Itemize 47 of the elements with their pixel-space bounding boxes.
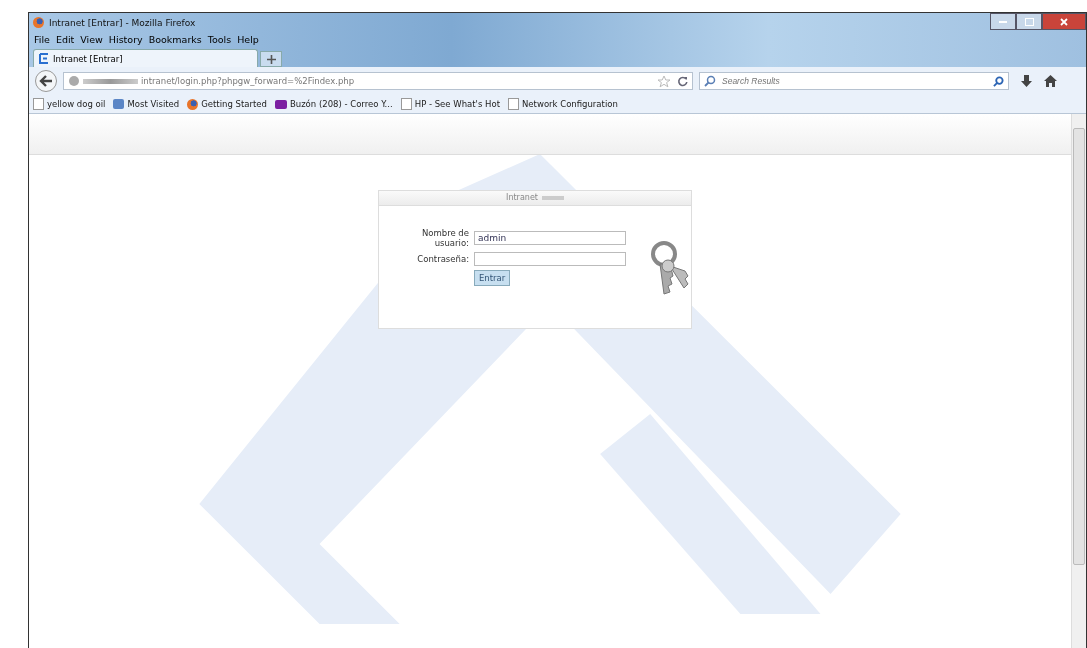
close-icon (1060, 17, 1068, 26)
back-button[interactable] (35, 70, 57, 92)
folder-icon (113, 99, 125, 109)
menu-item[interactable]: File (34, 34, 50, 45)
panel-title: Intranet (379, 191, 691, 206)
bookmark-item[interactable]: Network Configuration (508, 98, 618, 110)
page-icon (400, 98, 412, 110)
arrow-icon (39, 75, 53, 87)
bookmark-item[interactable]: yellow dog oil (33, 98, 106, 110)
username-field[interactable]: admin (474, 231, 626, 246)
minimize-button[interactable] (990, 13, 1016, 30)
close-button[interactable] (1042, 13, 1086, 30)
search-icon (704, 75, 716, 87)
blurred-text (83, 78, 138, 84)
password-label: Contraseña: (416, 254, 469, 265)
page-icon (33, 98, 44, 110)
menu-item[interactable]: Help (237, 34, 259, 45)
bookmark-item[interactable]: Buzón (208) - Correo Y... (274, 99, 393, 109)
reload-icon[interactable] (677, 75, 688, 87)
username-label: Nombre de usuario: (420, 228, 469, 249)
menu-item[interactable]: View (80, 34, 103, 45)
page-icon (38, 53, 49, 64)
star-icon[interactable] (657, 74, 671, 88)
menu-item[interactable]: Bookmarks (148, 34, 202, 45)
submit-button[interactable]: Entrar (474, 270, 511, 287)
bookmark-item[interactable]: HP - See What's Hot (400, 98, 500, 110)
new-tab-button[interactable] (260, 51, 282, 67)
maximize-button[interactable] (1016, 13, 1042, 30)
download-icon[interactable] (1021, 74, 1032, 88)
menu-item[interactable]: Edit (55, 34, 75, 45)
plus-icon (266, 55, 276, 64)
address-field[interactable]: intranet/login.php?phpgw_forward=%2Findex.php (63, 72, 693, 90)
menu-item[interactable]: History (108, 34, 143, 45)
firefox-icon (33, 17, 44, 28)
bookmark-item[interactable]: Most Visited (113, 99, 180, 109)
page-icon (508, 98, 519, 110)
search-icon[interactable] (993, 75, 1004, 87)
browser-tab[interactable]: Intranet [Entrar] (33, 49, 258, 67)
search-field[interactable]: Search Results (699, 72, 1009, 90)
search-input[interactable]: Search Results (720, 75, 989, 87)
bookmark-item[interactable]: Getting Started (187, 98, 267, 110)
menu-item[interactable]: Tools (207, 34, 232, 45)
home-icon[interactable] (1044, 75, 1057, 87)
firefox-icon (187, 98, 199, 110)
scrollbar[interactable] (1071, 114, 1086, 648)
password-field[interactable] (474, 252, 626, 267)
window-title: Intranet [Entrar] - Mozilla Firefox (49, 17, 197, 28)
